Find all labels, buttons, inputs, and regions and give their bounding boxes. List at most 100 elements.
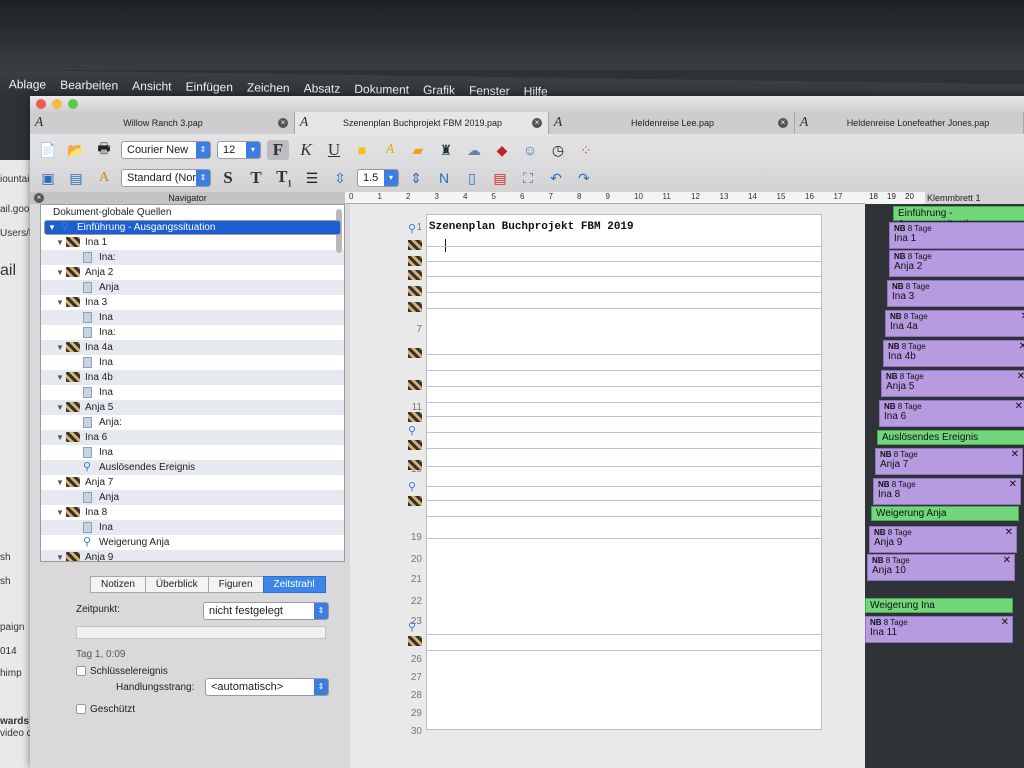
navigator-row[interactable]: Ina (41, 385, 344, 400)
navigator-row[interactable]: Ina (41, 355, 344, 370)
timeline-icon[interactable]: ⁘ (575, 140, 597, 160)
geschuetzt-checkbox[interactable] (76, 704, 86, 715)
tab-heldenreise-lonefeather[interactable]: A Heldenreise Lonefeather Jones.pap (795, 112, 1024, 134)
key-icon[interactable]: ⚲ (408, 222, 416, 235)
handlungsstrang-select[interactable]: <automatisch> ⇕ (205, 678, 329, 696)
navigator-row[interactable]: ▼ ⚲ Einführung - Ausgangssituation (44, 220, 341, 235)
theater-masks-icon[interactable]: ☺ (519, 140, 541, 160)
bold-button[interactable]: F (267, 140, 289, 160)
clipboard-card-purple[interactable]: NB 8 Tage Ina 11 ✕ (865, 616, 1013, 643)
navigator-row[interactable]: ▼ Ina 6 (41, 430, 344, 445)
navigator-row[interactable]: Ina: (41, 325, 344, 340)
undo-icon[interactable]: ↶ (545, 168, 567, 188)
menu-bearbeiten[interactable]: Bearbeiten (53, 78, 125, 93)
align-icon[interactable]: ☰ (301, 168, 323, 188)
clipboard-card-purple[interactable]: NB 8 Tage Anja 5 ✕ (881, 370, 1024, 397)
new-document-icon[interactable]: 📄 (37, 140, 59, 160)
tab-notizen[interactable]: Notizen (90, 576, 146, 593)
open-folder-icon[interactable]: 📂 (65, 140, 87, 160)
clapperboard-icon[interactable] (408, 240, 422, 250)
disclosure-triangle-icon[interactable]: ▼ (55, 478, 65, 487)
navigator-row[interactable]: Ina (41, 445, 344, 460)
navigator-row[interactable]: Anja (41, 280, 344, 295)
clipboard-card-purple[interactable]: NB 8 Tage Anja 10 ✕ (867, 554, 1015, 581)
navigator-row[interactable]: Ina (41, 310, 344, 325)
highlight-a-icon[interactable]: A (379, 140, 401, 160)
timeline-slider[interactable] (76, 626, 326, 639)
menu-einfuegen[interactable]: Einfügen (178, 79, 240, 95)
clipboard-card-green[interactable]: Weigerung Ina (865, 598, 1013, 613)
clipboard-card-purple[interactable]: NB 8 TageAnja 2✕ (889, 250, 1024, 277)
navigator-row[interactable]: ▼ Anja 7 (41, 475, 344, 490)
detective-icon[interactable]: ♜ (435, 140, 457, 160)
insert-note-icon[interactable]: N (433, 168, 455, 188)
disclosure-triangle-icon[interactable]: ▼ (55, 298, 65, 307)
disclosure-triangle-icon[interactable]: ▼ (55, 433, 65, 442)
clapperboard-icon[interactable] (408, 460, 422, 470)
clipboard-card-purple[interactable]: NB 8 Tage Anja 7 ✕ (875, 448, 1023, 475)
paragraph-style-select[interactable]: Standard (Nor ⇕ (121, 169, 211, 187)
clipboard-card-purple[interactable]: NB 8 Tage Ina 8 ✕ (873, 478, 1021, 505)
pdf-icon[interactable]: ▤ (489, 168, 511, 188)
clipboard-card-purple[interactable]: NB 8 Tage Ina 6 ✕ (879, 400, 1024, 427)
navigator-row[interactable]: ▼ Anja 9 (41, 550, 344, 561)
zeitpunkt-select[interactable]: nicht festgelegt ⇕ (203, 602, 329, 620)
close-card-icon[interactable]: ✕ (1021, 311, 1024, 322)
disclosure-triangle-icon[interactable]: ▼ (55, 373, 65, 382)
navigator-row[interactable]: Anja (41, 490, 344, 505)
menu-ablage[interactable]: Ablage (2, 77, 54, 92)
ghost-icon[interactable]: ☁ (463, 140, 485, 160)
clapperboard-icon[interactable] (408, 496, 422, 506)
navigator-row[interactable]: ▼ Ina 1 (41, 235, 344, 250)
clipboard-card-green[interactable]: Weigerung Anja (871, 506, 1019, 521)
clipboard-card-purple[interactable]: NB 8 TageIna 3✕ (887, 280, 1024, 307)
disclosure-triangle-icon[interactable]: ▼ (55, 343, 65, 352)
navigator-row[interactable]: Dokument-globale Quellen (41, 205, 344, 220)
navigator-row[interactable]: ▼ Anja 2 (41, 265, 344, 280)
save-all-icon[interactable]: ▤ (65, 168, 87, 188)
tab-szenenplan[interactable]: A Szenenplan Buchprojekt FBM 2019.pap × (295, 112, 549, 134)
typewriter-t-button[interactable]: T (245, 168, 267, 188)
clipboard-card-green[interactable]: Auslösendes Ereignis (877, 430, 1024, 445)
minimize-window-button[interactable] (52, 99, 62, 109)
close-card-icon[interactable]: ✕ (1009, 479, 1017, 490)
font-size-select[interactable]: 12 ▾ (217, 141, 261, 159)
print-icon[interactable]: 🖶 (93, 140, 115, 160)
italic-button[interactable]: K (295, 140, 317, 160)
document-title-text[interactable]: Szenenplan Buchprojekt FBM 2019 (429, 221, 634, 233)
close-card-icon[interactable]: ✕ (1019, 341, 1024, 352)
clipboard-card-purple[interactable]: NB 8 TageIna 4a ✕ (885, 310, 1024, 337)
close-tab-icon[interactable]: × (278, 118, 288, 128)
navigator-row[interactable]: ▼ Ina 4a (41, 340, 344, 355)
clipboard-card-purple[interactable]: NB 8 Tage Anja 9 ✕ (869, 526, 1017, 553)
subscript-button[interactable]: T1 (273, 167, 295, 188)
tab-zeitstrahl[interactable]: Zeitstrahl (262, 576, 326, 593)
close-card-icon[interactable]: ✕ (1015, 401, 1023, 412)
clapperboard-icon[interactable] (408, 636, 422, 646)
style-icon[interactable]: A (93, 168, 115, 188)
key-icon[interactable]: ⚲ (408, 620, 416, 633)
navigator-row[interactable]: Ina: (41, 250, 344, 265)
comment-icon[interactable]: ▰ (407, 140, 429, 160)
tab-figuren[interactable]: Figuren (207, 576, 264, 593)
clapperboard-icon[interactable] (408, 348, 422, 358)
lips-icon[interactable]: ◆ (491, 140, 513, 160)
clapperboard-icon[interactable] (408, 380, 422, 390)
close-window-button[interactable] (36, 99, 46, 109)
clipboard-card-purple[interactable]: NB 8 TageIna 1✕ (889, 222, 1024, 249)
key-icon[interactable]: ⚲ (408, 424, 416, 437)
ebook-icon[interactable]: ▯ (461, 168, 483, 188)
redo-icon[interactable]: ↷ (573, 168, 595, 188)
paragraph-spacing-icon[interactable]: ⇕ (405, 168, 427, 188)
disclosure-triangle-icon[interactable]: ▼ (47, 223, 57, 232)
close-card-icon[interactable]: ✕ (1017, 371, 1024, 382)
navigator-row[interactable]: Anja: (41, 415, 344, 430)
tab-ueberblick[interactable]: Überblick (144, 576, 209, 593)
clapperboard-icon[interactable] (408, 440, 422, 450)
menu-ansicht[interactable]: Ansicht (125, 79, 179, 94)
navigator-row[interactable]: ▼ Ina 3 (41, 295, 344, 310)
clock-icon[interactable]: ◷ (547, 140, 569, 160)
clipboard-card-green[interactable]: Einführung - Ausgangssituation (893, 206, 1024, 230)
clapperboard-icon[interactable] (408, 302, 422, 312)
line-spacing-icon[interactable]: ⇳ (329, 168, 351, 188)
